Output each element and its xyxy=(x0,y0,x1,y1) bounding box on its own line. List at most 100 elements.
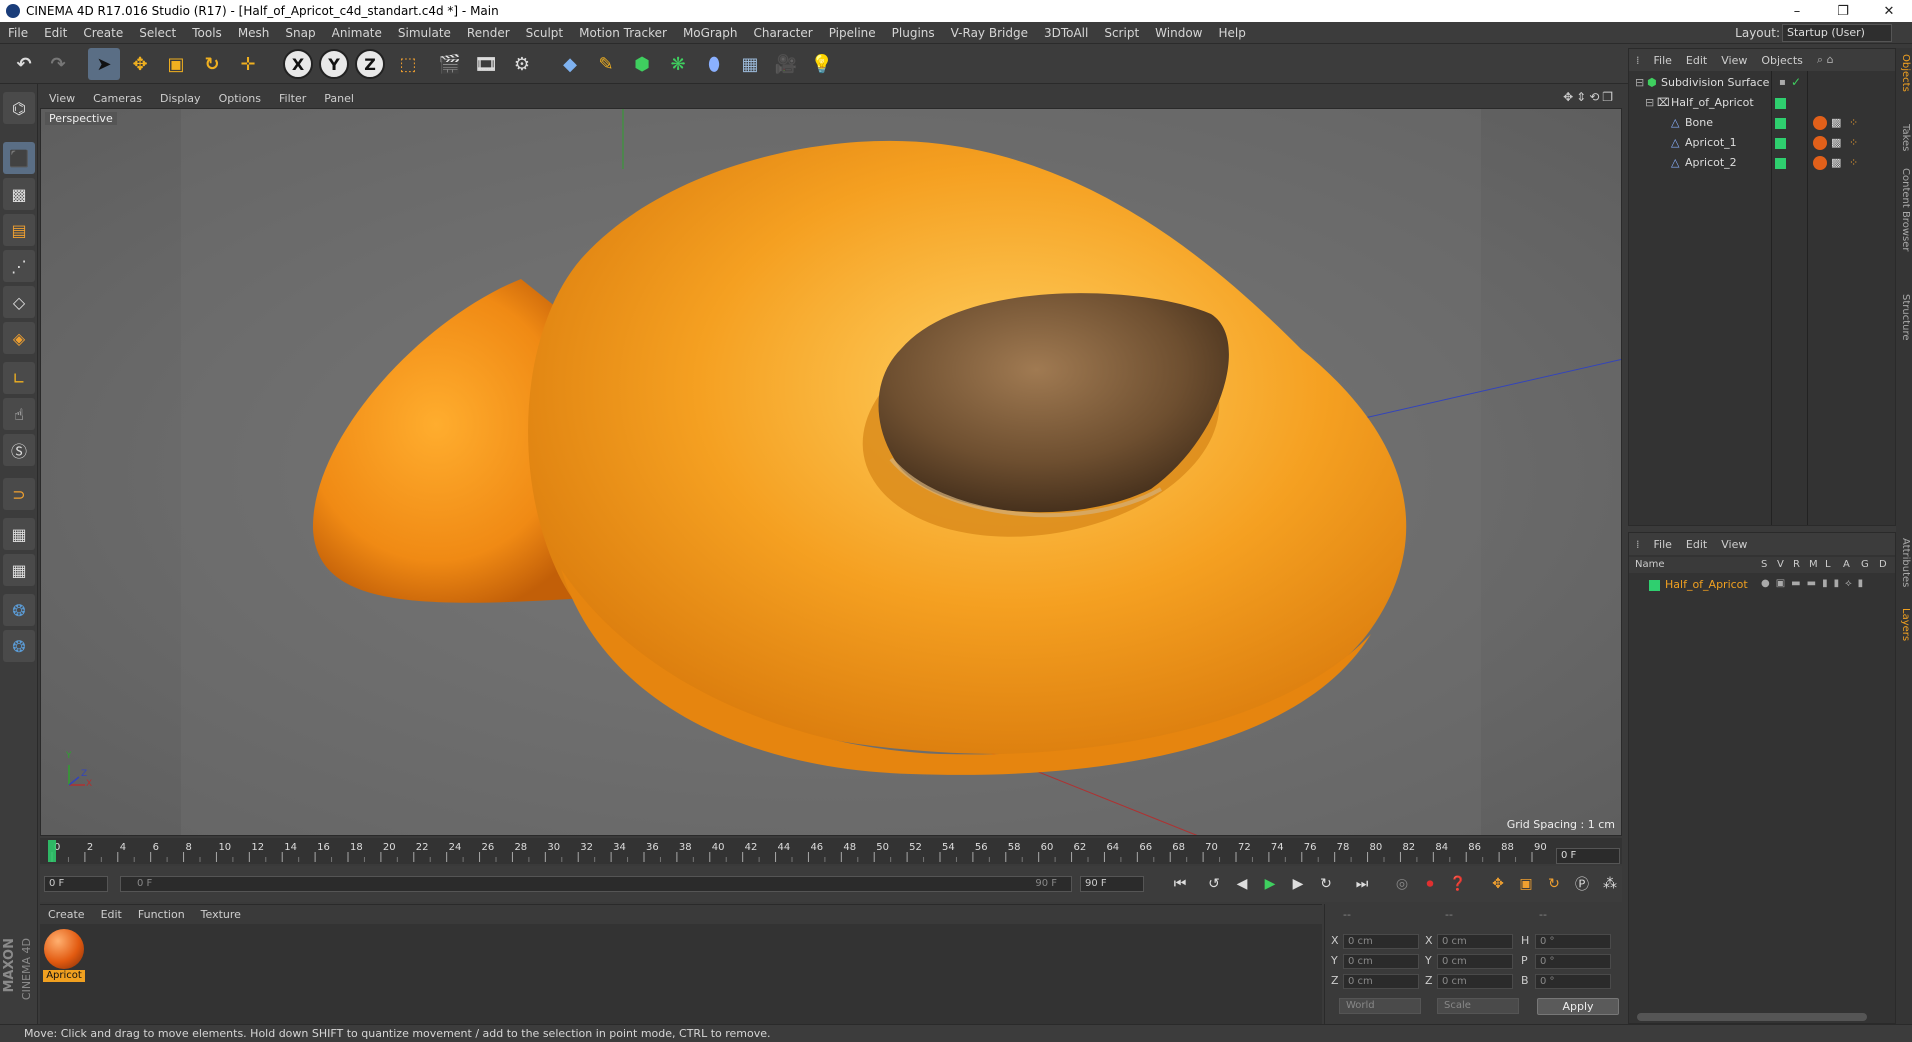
size-mode-dropdown[interactable]: Scale xyxy=(1437,998,1519,1014)
axis-mode-icon[interactable]: ∟ xyxy=(3,362,35,394)
layer-flags-icons[interactable]: ●▣▬▬▮▮⟡▮ xyxy=(1761,578,1869,589)
phong-tag-icon[interactable]: ⁘ xyxy=(1849,156,1858,169)
light-bulb-icon[interactable]: 💡 xyxy=(806,48,838,80)
start-frame-field[interactable]: 0 F xyxy=(44,876,108,892)
menu-edit[interactable]: Edit xyxy=(36,26,75,40)
layers-menu-view[interactable]: View xyxy=(1714,538,1754,551)
enabled-check-icon[interactable]: ✓ xyxy=(1791,75,1801,89)
size-z-field[interactable]: 0 cm xyxy=(1437,974,1513,989)
tweak-mode-icon[interactable]: ☝ xyxy=(3,398,35,430)
viewport-menu-filter[interactable]: Filter xyxy=(270,92,315,105)
python-console-icon[interactable]: ❂ xyxy=(3,630,35,662)
menu-sculpt[interactable]: Sculpt xyxy=(518,26,571,40)
side-tab-content-browser[interactable]: Content Browser xyxy=(1897,168,1911,251)
pos-y-field[interactable]: 0 cm xyxy=(1343,954,1419,969)
model-mode-icon[interactable]: ⬛ xyxy=(3,142,35,174)
playhead-marker[interactable] xyxy=(48,840,56,862)
menu-animate[interactable]: Animate xyxy=(324,26,390,40)
rotate-tool-icon[interactable]: ↻ xyxy=(196,48,228,80)
objmgr-menu-edit[interactable]: Edit xyxy=(1679,54,1714,67)
material-tag-icon[interactable] xyxy=(1813,116,1827,130)
material-menu-edit[interactable]: Edit xyxy=(93,908,130,921)
viewport-menu-options[interactable]: Options xyxy=(210,92,270,105)
layers-menu-file[interactable]: File xyxy=(1647,538,1679,551)
viewport-menu-view[interactable]: View xyxy=(40,92,84,105)
material-swatch-apricot[interactable]: Apricot xyxy=(43,928,85,982)
deformer-icon[interactable]: ⬮ xyxy=(698,48,730,80)
layout-select[interactable]: Startup (User) xyxy=(1782,24,1892,42)
menu-motion-tracker[interactable]: Motion Tracker xyxy=(571,26,675,40)
coordinate-system-icon[interactable]: ⬚ xyxy=(392,48,424,80)
go-to-start-icon[interactable]: ⏮ xyxy=(1168,872,1192,896)
menu-character[interactable]: Character xyxy=(745,26,820,40)
solo-mode-icon[interactable]: Ⓢ xyxy=(3,434,35,466)
side-tab-structure[interactable]: Structure xyxy=(1897,294,1911,341)
object-row[interactable]: ⊟ ⌧ Half_of_Apricot xyxy=(1629,95,1895,112)
frame-range-slider[interactable]: 0 F 90 F xyxy=(120,876,1072,892)
menu-tools[interactable]: Tools xyxy=(184,26,230,40)
cube-object-icon[interactable]: ◆ xyxy=(554,48,586,80)
texture-tag-icon[interactable]: ▩ xyxy=(1831,136,1841,149)
pos-z-field[interactable]: 0 cm xyxy=(1343,974,1419,989)
axis-x-button[interactable]: X xyxy=(282,48,314,80)
object-row[interactable]: △ Apricot_2 ▩ ⁘ xyxy=(1629,155,1895,172)
texture-mode-icon[interactable]: ▩ xyxy=(3,178,35,210)
locked-workplane-icon[interactable]: ▦ xyxy=(3,518,35,550)
key-parameter-icon[interactable]: Ⓟ xyxy=(1570,872,1594,896)
viewport-navigation-icons[interactable]: ✥⇕⟲❐ xyxy=(1563,90,1616,104)
edges-mode-icon[interactable]: ◇ xyxy=(3,286,35,318)
rot-b-field[interactable]: 0 ° xyxy=(1535,974,1611,989)
workplane-mode-icon[interactable]: ▤ xyxy=(3,214,35,246)
viewport-menu-display[interactable]: Display xyxy=(151,92,210,105)
transform-tool-icon[interactable]: ✛ xyxy=(232,48,264,80)
object-row[interactable]: △ Bone ▩ ⁘ xyxy=(1629,115,1895,132)
perspective-viewport[interactable]: Perspective Y X Z Grid Spacing : 1 cm xyxy=(40,108,1622,836)
autokey-icon[interactable]: ⏺ xyxy=(1418,872,1442,896)
expand-icon[interactable]: ⊟ xyxy=(1635,76,1644,89)
play-icon[interactable]: ▶ xyxy=(1258,872,1282,896)
texture-tag-icon[interactable]: ▩ xyxy=(1831,156,1841,169)
pos-x-field[interactable]: 0 cm xyxy=(1343,934,1419,949)
menu-3dtoall[interactable]: 3DToAll xyxy=(1036,26,1096,40)
key-pla-icon[interactable]: ⁂ xyxy=(1598,872,1622,896)
end-frame-field[interactable]: 90 F xyxy=(1080,876,1144,892)
rot-h-field[interactable]: 0 ° xyxy=(1535,934,1611,949)
layer-color-swatch[interactable] xyxy=(1649,580,1660,591)
points-mode-icon[interactable]: ⋰ xyxy=(3,250,35,282)
axis-y-button[interactable]: Y xyxy=(318,48,350,80)
render-settings-icon[interactable]: ⚙ xyxy=(506,48,538,80)
layer-color-swatch[interactable] xyxy=(1775,138,1786,149)
undo-icon[interactable]: ↶ xyxy=(8,48,40,80)
size-y-field[interactable]: 0 cm xyxy=(1437,954,1513,969)
rot-p-field[interactable]: 0 ° xyxy=(1535,954,1611,969)
objmgr-search-icon[interactable]: ⌕ ⌂ xyxy=(1810,53,1841,67)
previous-keyframe-icon[interactable]: ↺ xyxy=(1202,872,1226,896)
menu-create[interactable]: Create xyxy=(75,26,131,40)
material-menu-function[interactable]: Function xyxy=(130,908,193,921)
snap-magnet-icon[interactable]: ⊃ xyxy=(3,478,35,510)
minimize-button[interactable]: – xyxy=(1774,0,1820,22)
layer-color-swatch[interactable] xyxy=(1775,118,1786,129)
material-menu-texture[interactable]: Texture xyxy=(193,908,249,921)
material-tag-icon[interactable] xyxy=(1813,136,1827,150)
layer-row[interactable]: Half_of_Apricot ●▣▬▬▮▮⟡▮ xyxy=(1629,577,1895,594)
side-tab-layers[interactable]: Layers xyxy=(1897,608,1911,641)
select-arrow-icon[interactable]: ➤ xyxy=(88,48,120,80)
horizontal-scrollbar[interactable] xyxy=(1637,1013,1867,1021)
subdivision-surface-icon[interactable]: ⬢ xyxy=(626,48,658,80)
make-editable-icon[interactable]: ⌬ xyxy=(3,92,35,124)
objmgr-menu-file[interactable]: File xyxy=(1647,54,1679,67)
redo-icon[interactable]: ↷ xyxy=(42,48,74,80)
key-position-icon[interactable]: ✥ xyxy=(1486,872,1510,896)
object-row[interactable]: ⊟ ⬢ Subdivision Surface ▪ ✓ xyxy=(1629,75,1895,92)
menu-snap[interactable]: Snap xyxy=(277,26,323,40)
menu-pipeline[interactable]: Pipeline xyxy=(821,26,884,40)
menu-plugins[interactable]: Plugins xyxy=(884,26,943,40)
menu-mesh[interactable]: Mesh xyxy=(230,26,278,40)
side-tab-attributes[interactable]: Attributes xyxy=(1897,538,1911,587)
previous-frame-icon[interactable]: ◀ xyxy=(1230,872,1254,896)
menu-mograph[interactable]: MoGraph xyxy=(675,26,746,40)
side-tab-objects[interactable]: Objects xyxy=(1897,54,1911,92)
go-to-end-icon[interactable]: ⏭ xyxy=(1350,872,1374,896)
camera-icon[interactable]: 🎥 xyxy=(770,48,802,80)
